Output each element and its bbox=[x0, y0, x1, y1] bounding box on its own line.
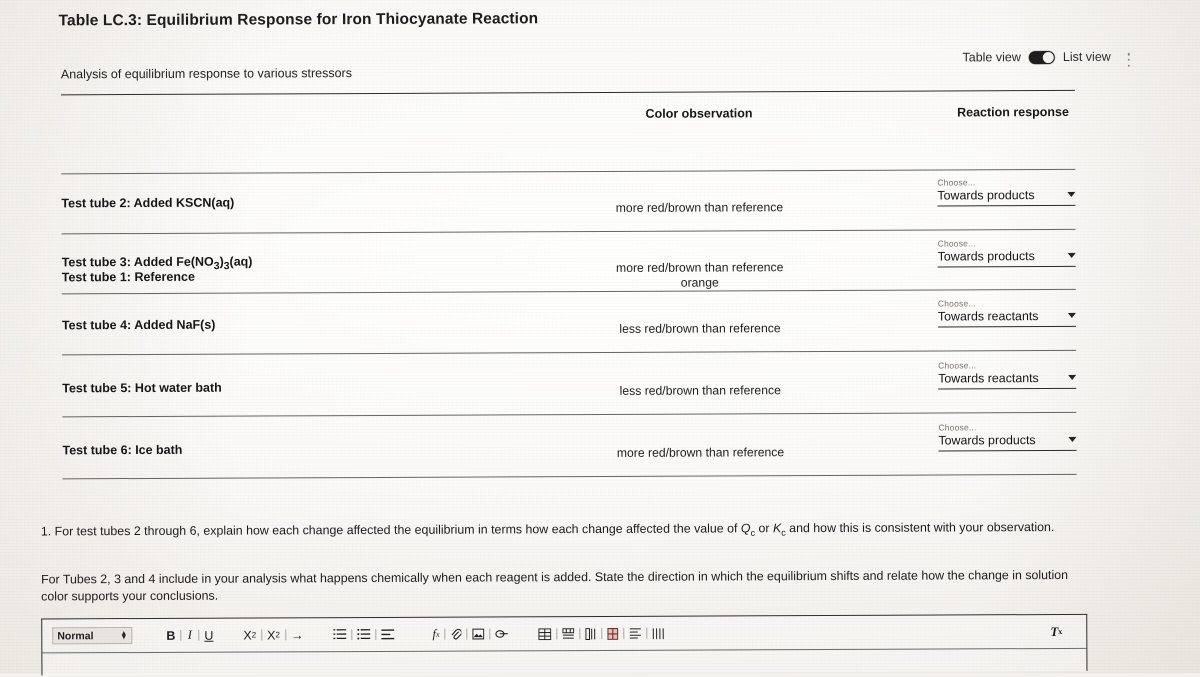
choose-label: Choose... bbox=[938, 422, 977, 433]
cell-reaction-response[interactable]: Choose... Towards products bbox=[937, 177, 1087, 207]
cell-color-observation: more red/brown than reference bbox=[615, 200, 784, 215]
table-column-icon[interactable] bbox=[581, 624, 600, 644]
cell-reaction-response[interactable]: Choose... Towards reactants bbox=[938, 360, 1088, 390]
select-value: Towards products bbox=[938, 433, 1036, 448]
spinner-arrows-icon: ▲ ▼ bbox=[120, 629, 128, 641]
choose-label: Choose... bbox=[937, 177, 976, 188]
script-group: X2 X2 → bbox=[239, 625, 307, 645]
cell-color-observation: more red/brown than reference bbox=[616, 445, 785, 460]
row-label: Test tube 5: Hot water bath bbox=[62, 380, 222, 396]
reaction-response-select[interactable]: Towards products bbox=[937, 248, 1076, 268]
image-icon[interactable] bbox=[468, 624, 488, 644]
chevron-down-icon bbox=[1067, 191, 1076, 197]
table-row: Test tube 1: Reference orange bbox=[0, 131, 1199, 290]
row-divider bbox=[62, 411, 1077, 418]
question-2: For Tubes 2, 3 and 4 include in your ana… bbox=[41, 567, 1069, 604]
cell-reaction-response[interactable]: Choose... Towards products bbox=[938, 422, 1088, 452]
chevron-down-icon bbox=[1067, 252, 1076, 258]
table-view-label[interactable]: Table view bbox=[962, 50, 1020, 64]
choose-label: Choose... bbox=[938, 360, 977, 371]
table-top-rule bbox=[60, 89, 1075, 96]
editor-text-area[interactable] bbox=[42, 649, 1086, 677]
view-mode-switch[interactable] bbox=[1028, 50, 1055, 64]
table-header-row: Color observation Reaction response bbox=[0, 104, 1199, 127]
rich-text-editor[interactable]: Normal ▲ ▼ B I U X2 X2 → f x T x bbox=[41, 613, 1088, 677]
numbered-list-icon[interactable] bbox=[329, 625, 350, 645]
paragraph-style-select[interactable]: Normal ▲ ▼ bbox=[52, 627, 133, 645]
row-label: Test tube 4: Added NaF(s) bbox=[61, 317, 216, 333]
row-label: Test tube 2: Added KSCN(aq) bbox=[61, 195, 235, 211]
row-label: Test tube 3: Added Fe(NO3)3(aq) bbox=[61, 254, 253, 273]
insert-group: fx bbox=[428, 624, 512, 644]
bold-icon[interactable]: B bbox=[162, 625, 179, 645]
cell-reaction-response[interactable]: Choose... Towards reactants bbox=[938, 298, 1088, 328]
insert-table-icon[interactable] bbox=[534, 624, 555, 644]
reaction-response-select[interactable]: Towards reactants bbox=[937, 308, 1076, 328]
list-view-label[interactable]: List view bbox=[1063, 50, 1111, 64]
style-select-value: Normal bbox=[57, 629, 94, 642]
table-caption: Analysis of equilibrium response to vari… bbox=[60, 66, 352, 82]
chevron-down-icon bbox=[1067, 312, 1076, 318]
select-value: Towards reactants bbox=[938, 371, 1039, 386]
table-merge-icon[interactable] bbox=[648, 623, 668, 643]
row-divider bbox=[61, 168, 1076, 175]
select-value: Towards products bbox=[937, 249, 1035, 264]
view-mode-toggle-group[interactable]: Table view List view bbox=[962, 50, 1110, 65]
choose-label: Choose... bbox=[937, 298, 977, 309]
underline-icon[interactable]: U bbox=[200, 625, 217, 645]
formula-icon[interactable]: fx bbox=[428, 624, 443, 644]
table-properties-icon[interactable] bbox=[625, 623, 645, 643]
table-cell-icon[interactable] bbox=[603, 623, 622, 643]
align-icon[interactable] bbox=[377, 624, 398, 644]
row-divider bbox=[62, 349, 1077, 356]
reaction-response-select[interactable]: Towards products bbox=[937, 187, 1076, 207]
row-divider bbox=[61, 228, 1076, 235]
table-body: Test tube 1: Reference orange Test tube … bbox=[0, 0, 1199, 480]
reaction-response-select[interactable]: Towards reactants bbox=[938, 370, 1077, 390]
table-row-icon[interactable] bbox=[558, 624, 578, 644]
text-format-group: B I U bbox=[162, 625, 217, 645]
cell-color-observation: more red/brown than reference bbox=[615, 260, 784, 275]
column-header-color-observation: Color observation bbox=[645, 106, 753, 121]
choose-label: Choose... bbox=[937, 238, 976, 249]
question-1: 1. For test tubes 2 through 6, explain h… bbox=[40, 520, 1055, 539]
overflow-menu-icon[interactable] bbox=[1127, 52, 1131, 67]
cell-color-observation: orange bbox=[680, 275, 719, 290]
cell-color-observation: less red/brown than reference bbox=[619, 321, 781, 336]
row-label: Test tube 6: Ice bath bbox=[62, 442, 183, 458]
attachment-icon[interactable] bbox=[446, 624, 465, 644]
page-title: Table LC.3: Equilibrium Response for Iro… bbox=[58, 10, 539, 30]
superscript-icon[interactable]: X2 bbox=[263, 625, 284, 645]
switch-knob bbox=[1042, 51, 1054, 63]
table-tools-group bbox=[534, 623, 668, 644]
document-page: Table LC.3: Equilibrium Response for Iro… bbox=[0, 0, 1200, 676]
italic-icon[interactable]: I bbox=[182, 625, 197, 645]
list-group bbox=[329, 624, 398, 644]
bulleted-list-icon[interactable] bbox=[353, 624, 374, 644]
editor-toolbar: Normal ▲ ▼ B I U X2 X2 → f x T x bbox=[42, 614, 1087, 654]
select-value: Towards products bbox=[937, 188, 1035, 203]
chevron-down-icon bbox=[1068, 436, 1077, 442]
cell-reaction-response[interactable]: Choose... Towards products bbox=[938, 238, 1088, 268]
arrow-icon[interactable]: → bbox=[287, 625, 308, 645]
table-bottom-rule bbox=[62, 473, 1077, 480]
column-header-reaction-response: Reaction response bbox=[957, 104, 1069, 120]
cell-color-observation: less red/brown than reference bbox=[619, 383, 781, 398]
subscript-icon[interactable]: X2 bbox=[239, 625, 260, 645]
clear-formatting-icon[interactable]: Tx bbox=[1046, 621, 1076, 641]
link-icon[interactable] bbox=[491, 624, 512, 644]
reaction-response-select[interactable]: Towards products bbox=[938, 432, 1077, 452]
select-value: Towards reactants bbox=[937, 309, 1039, 324]
chevron-down-icon bbox=[1068, 374, 1077, 380]
